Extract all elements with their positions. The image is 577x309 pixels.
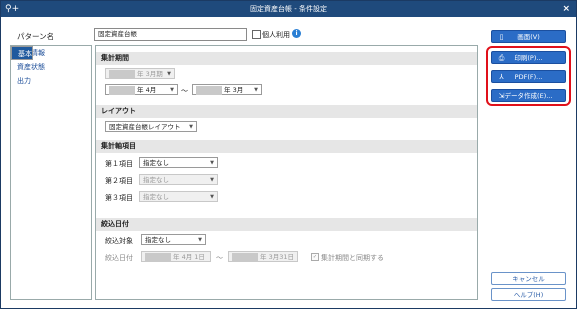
chevron-down-icon: ▼ <box>210 160 214 166</box>
chevron-down-icon: ▼ <box>210 194 214 200</box>
sync-period-checkbox[interactable]: ✓ <box>311 253 319 261</box>
dialog-window: ⚲+ 固定資産台帳 - 条件設定 × パターン名 固定資産台帳 個人利用 i 基… <box>0 0 577 309</box>
end-month-select[interactable]: 年 3月 ▼ <box>192 84 262 95</box>
axis-item-2-select[interactable]: 指定なし ▼ <box>139 174 218 185</box>
chevron-down-icon: ▼ <box>254 87 258 93</box>
pattern-name-input[interactable]: 固定資産台帳 <box>94 28 247 41</box>
masked-year <box>145 252 171 262</box>
filter-section-title: 絞込日付 <box>96 218 477 231</box>
help-button[interactable]: ヘルプ(H) <box>491 288 566 301</box>
filter-target-label: 絞込対象 <box>105 237 133 245</box>
filter-target-select[interactable]: 指定なし ▼ <box>141 234 206 245</box>
screen-button[interactable]: ▯ 画面(V) <box>491 30 566 43</box>
masked-year <box>109 85 135 95</box>
fiscal-year-select[interactable]: 年 3月期 ▼ <box>105 68 175 79</box>
period-tilde: ～ <box>181 87 188 95</box>
document-icon: ▯ <box>499 33 504 41</box>
info-icon[interactable]: i <box>292 29 301 38</box>
personal-use-checkbox[interactable] <box>252 30 261 39</box>
layout-select[interactable]: 固定資産台帳レイアウト ▼ <box>105 121 197 132</box>
chevron-down-icon: ▼ <box>167 71 171 77</box>
axis-item-3-label: 第３項目 <box>105 194 133 202</box>
masked-year <box>232 252 258 262</box>
title-bar: ⚲+ 固定資産台帳 - 条件設定 × <box>1 1 576 17</box>
sync-period-label: 集計期間と同期する <box>321 254 384 262</box>
axis-item-3-select[interactable]: 指定なし ▼ <box>139 191 218 202</box>
sidebar: 基本 資産情報 資産状態 出力 <box>10 45 92 300</box>
axis-section-title: 集計軸項目 <box>96 140 477 153</box>
filter-date-label: 絞込日付 <box>105 254 133 262</box>
axis-item-1-label: 第１項目 <box>105 160 133 168</box>
filter-date-from-input[interactable]: 年 4月 1日 <box>141 251 211 262</box>
highlight-box <box>486 46 571 106</box>
chevron-down-icon: ▼ <box>189 124 193 130</box>
cancel-button[interactable]: キャンセル <box>491 272 566 285</box>
period-section-title: 集計期間 <box>96 52 477 65</box>
sidebar-item-basic[interactable]: 基本 <box>11 46 33 60</box>
sidebar-item-asset-status[interactable]: 資産状態 <box>11 60 91 74</box>
chevron-down-icon: ▼ <box>170 87 174 93</box>
sidebar-item-output[interactable]: 出力 <box>11 74 91 88</box>
axis-item-1-select[interactable]: 指定なし ▼ <box>139 157 218 168</box>
filter-date-to-input[interactable]: 年 3月31日 <box>228 251 298 262</box>
layout-section-title: レイアウト <box>96 105 477 118</box>
personal-use-label: 個人利用 <box>262 31 290 39</box>
close-button[interactable]: × <box>562 3 570 15</box>
masked-year <box>196 85 222 95</box>
chevron-down-icon: ▼ <box>210 177 214 183</box>
window-title: 固定資産台帳 - 条件設定 <box>250 5 327 13</box>
settings-panel: 集計期間 年 3月期 ▼ 年 4月 ▼ ～ 年 3月 ▼ レイアウト 固定資産台帳レイ… <box>95 45 478 300</box>
filter-date-tilde: ～ <box>216 254 223 262</box>
pattern-name-label: パターン名 <box>17 32 55 41</box>
axis-item-2-label: 第２項目 <box>105 177 133 185</box>
chevron-down-icon: ▼ <box>198 237 202 243</box>
masked-year <box>109 69 135 79</box>
start-month-select[interactable]: 年 4月 ▼ <box>105 84 178 95</box>
